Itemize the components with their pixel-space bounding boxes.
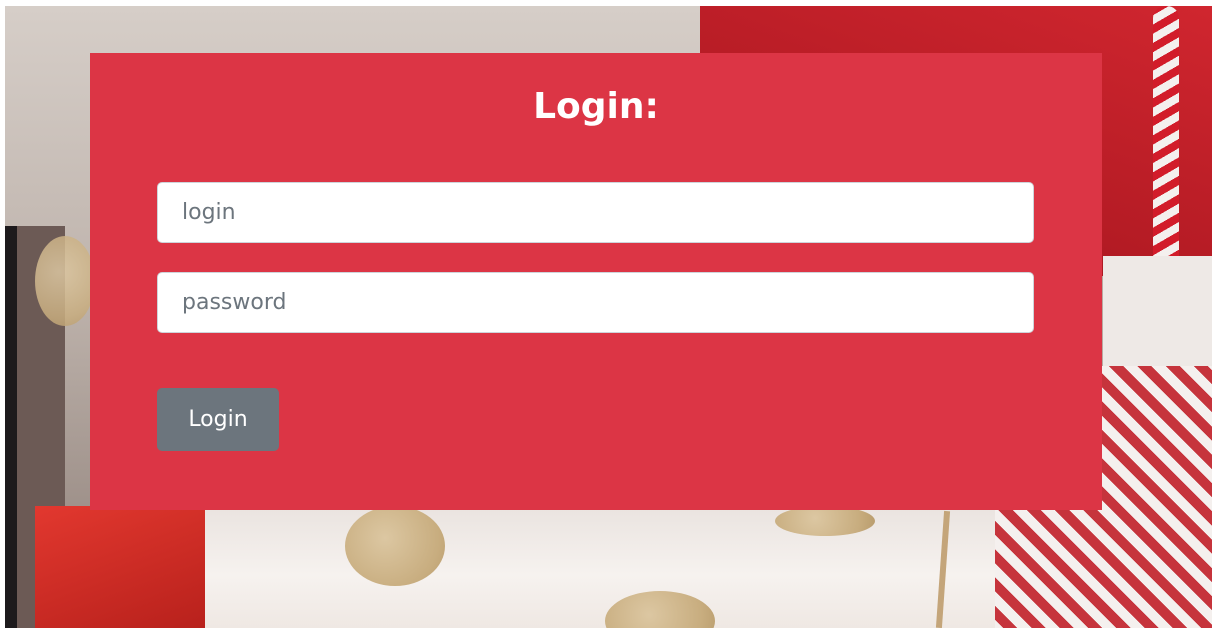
password-input[interactable]	[157, 272, 1034, 333]
background-red-bag-left	[35, 506, 205, 628]
background-gold-dot	[775, 506, 875, 536]
login-input[interactable]	[157, 182, 1034, 243]
login-button[interactable]: Login	[157, 388, 279, 451]
login-title: Login:	[533, 86, 659, 127]
background-gold-dot	[35, 236, 95, 326]
background-gold-dot	[345, 506, 445, 586]
page-frame: Login: Login	[5, 6, 1212, 628]
background-tissue-paper	[195, 496, 995, 628]
login-panel: Login: Login	[90, 53, 1102, 510]
